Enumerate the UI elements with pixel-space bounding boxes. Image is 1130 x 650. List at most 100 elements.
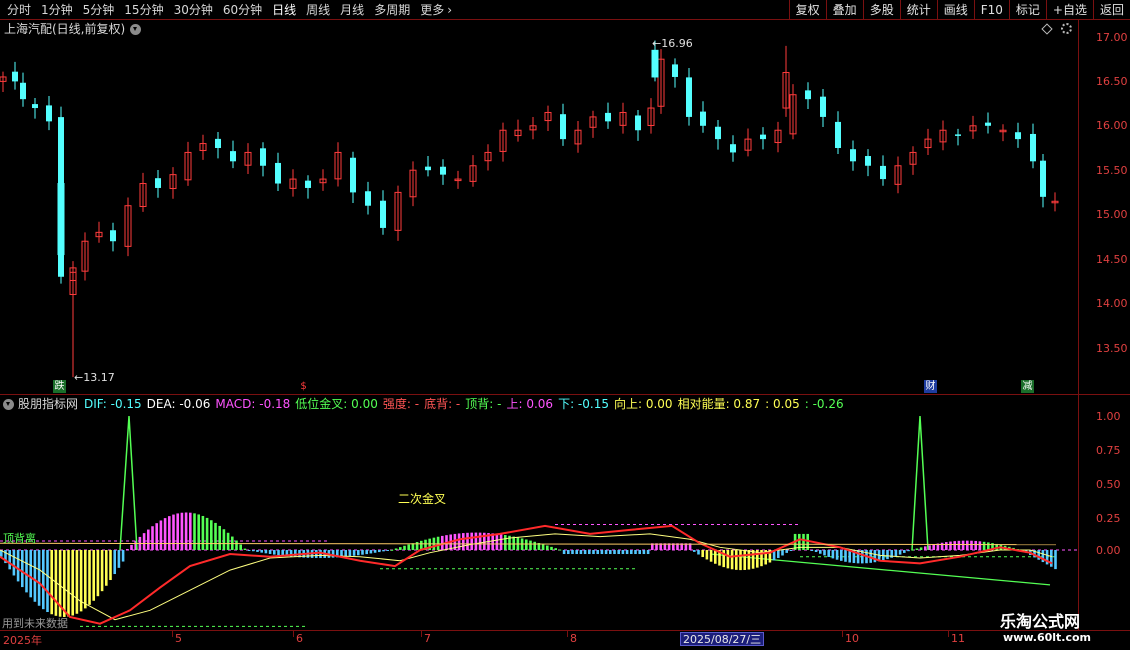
- mark-button[interactable]: 标记: [1008, 0, 1046, 20]
- price-axis-label: 16.50: [1096, 75, 1128, 88]
- macd-bar: [180, 512, 184, 550]
- badge-reduce[interactable]: 减: [1021, 380, 1034, 393]
- macd-bar: [903, 550, 906, 553]
- macd-bar: [840, 550, 843, 561]
- candle-body: [955, 134, 961, 136]
- badge-dollar[interactable]: $: [297, 380, 310, 393]
- tab-1min[interactable]: 1分钟: [36, 0, 78, 20]
- macd-bar: [814, 550, 818, 553]
- date-label: 7: [424, 632, 431, 645]
- candle-body: [1040, 160, 1046, 197]
- macd-axis-label: 0.50: [1096, 478, 1121, 491]
- tab-60min[interactable]: 60分钟: [218, 0, 267, 20]
- macd-bar: [827, 550, 830, 557]
- macd-bar: [189, 512, 192, 550]
- macd-bar: [92, 550, 95, 601]
- macd-bar: [478, 532, 482, 550]
- macd-bar: [348, 550, 352, 557]
- macd-bar: [466, 532, 469, 550]
- candle-body: [365, 191, 371, 206]
- candle-body: [46, 105, 52, 122]
- statistics-button[interactable]: 统计: [899, 0, 937, 20]
- macd-bar: [747, 550, 751, 570]
- macd-bar: [856, 550, 860, 564]
- candle-body: [12, 71, 18, 82]
- badge-fall[interactable]: 跌: [53, 380, 66, 393]
- date-tick: [172, 631, 173, 637]
- tab-daily[interactable]: 日线: [267, 0, 301, 20]
- adjust-button[interactable]: 复权: [788, 0, 826, 20]
- candle-body: [57, 183, 65, 256]
- macd-bar: [201, 515, 205, 550]
- candle-body: [715, 126, 721, 140]
- macd-chart[interactable]: [0, 395, 1078, 630]
- candle-body: [1015, 132, 1021, 140]
- add-watchlist-button[interactable]: +自选: [1045, 0, 1093, 20]
- back-button[interactable]: 返回: [1092, 0, 1130, 20]
- macd-axis-label: 1.00: [1096, 410, 1121, 423]
- macd-bar: [735, 550, 738, 570]
- macd-bar: [415, 542, 419, 550]
- tab-30min[interactable]: 30分钟: [169, 0, 218, 20]
- draw-line-button[interactable]: 画线: [936, 0, 974, 20]
- multi-stock-button[interactable]: 多股: [862, 0, 900, 20]
- candle-body: [110, 230, 116, 242]
- macd-bar: [168, 516, 171, 550]
- macd-bar: [235, 540, 238, 550]
- macd-bar: [646, 550, 650, 555]
- macd-bar: [634, 550, 637, 555]
- low-price-value: 13.17: [83, 371, 115, 384]
- macd-bar: [352, 550, 356, 556]
- tab-weekly[interactable]: 周线: [301, 0, 335, 20]
- macd-bar: [214, 522, 217, 550]
- macd-bar: [210, 520, 213, 550]
- macd-bar: [25, 550, 28, 593]
- macd-bar: [147, 529, 150, 550]
- tab-monthly[interactable]: 月线: [335, 0, 369, 20]
- candle-body: [275, 162, 281, 184]
- macd-bar: [294, 550, 297, 558]
- macd-bar: [390, 549, 394, 551]
- macd-bar: [579, 550, 583, 555]
- macd-bar: [46, 550, 49, 613]
- golden-cross-spike: [119, 415, 138, 551]
- watermark-title: 乐淘公式网: [1000, 612, 1081, 631]
- candle-body: [835, 121, 841, 148]
- candle-body: [985, 122, 991, 126]
- overlay-button[interactable]: 叠加: [825, 0, 863, 20]
- macd-bar: [533, 541, 536, 550]
- tab-more[interactable]: 更多 ›: [415, 0, 457, 20]
- date-axis: 2025年 5 6 7 8 2025/08/27/三 10 11: [0, 630, 1130, 650]
- macd-bar: [789, 550, 793, 551]
- macd-bar: [357, 550, 360, 556]
- f10-button[interactable]: F10: [973, 0, 1009, 20]
- chevron-right-icon: ›: [447, 3, 453, 17]
- date-tick: [567, 631, 568, 637]
- badge-finance[interactable]: 财: [924, 380, 937, 393]
- macd-bar: [819, 550, 822, 554]
- date-label: 5: [175, 632, 182, 645]
- period-tabs: 分时 1分钟 5分钟 15分钟 30分钟 60分钟 日线 周线 月线 多周期 更…: [2, 0, 457, 20]
- macd-bar: [100, 550, 104, 592]
- macd-bar: [705, 550, 709, 560]
- macd-bar: [604, 550, 608, 555]
- candle-body: [730, 144, 736, 153]
- macd-bar: [361, 550, 364, 555]
- tab-timeshare[interactable]: 分时: [2, 0, 36, 20]
- tab-5min[interactable]: 5分钟: [78, 0, 120, 20]
- macd-bar: [940, 542, 944, 550]
- macd-bar: [184, 512, 188, 550]
- high-price-value: 16.96: [661, 37, 693, 50]
- candle-body: [651, 49, 659, 78]
- candle-body: [230, 151, 236, 162]
- macd-bar: [785, 550, 788, 553]
- macd-bar: [29, 550, 32, 598]
- macd-bar: [982, 541, 986, 550]
- macd-bar: [407, 544, 410, 550]
- cursor-date-label: 2025/08/27/三: [680, 632, 765, 646]
- tab-15min[interactable]: 15分钟: [119, 0, 168, 20]
- macd-bar: [525, 539, 528, 550]
- macd-bar: [919, 547, 923, 550]
- tab-multi-period[interactable]: 多周期: [369, 0, 415, 20]
- candlestick-chart[interactable]: [0, 20, 1078, 394]
